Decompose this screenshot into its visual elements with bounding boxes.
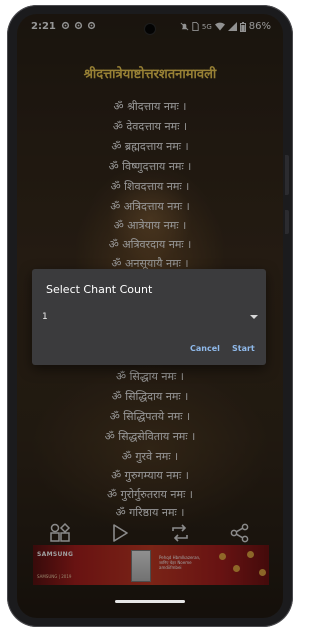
select-value: 1 [42, 312, 48, 322]
chant-count-select[interactable]: 1 [40, 309, 262, 327]
app-screen: 2:21 5G 86% श्रीदत्तात्रेयाष्टोत्तरशतनाम… [17, 14, 283, 618]
home-gesture-bar[interactable] [115, 600, 185, 603]
power-button [285, 210, 289, 234]
start-button[interactable]: Start [232, 344, 255, 353]
volume-button [285, 155, 289, 195]
chant-count-dialog: Select Chant Count 1 Cancel Start [32, 269, 266, 365]
cancel-button[interactable]: Cancel [190, 344, 220, 353]
dialog-title: Select Chant Count [46, 283, 153, 296]
dropdown-arrow-icon [250, 315, 258, 319]
